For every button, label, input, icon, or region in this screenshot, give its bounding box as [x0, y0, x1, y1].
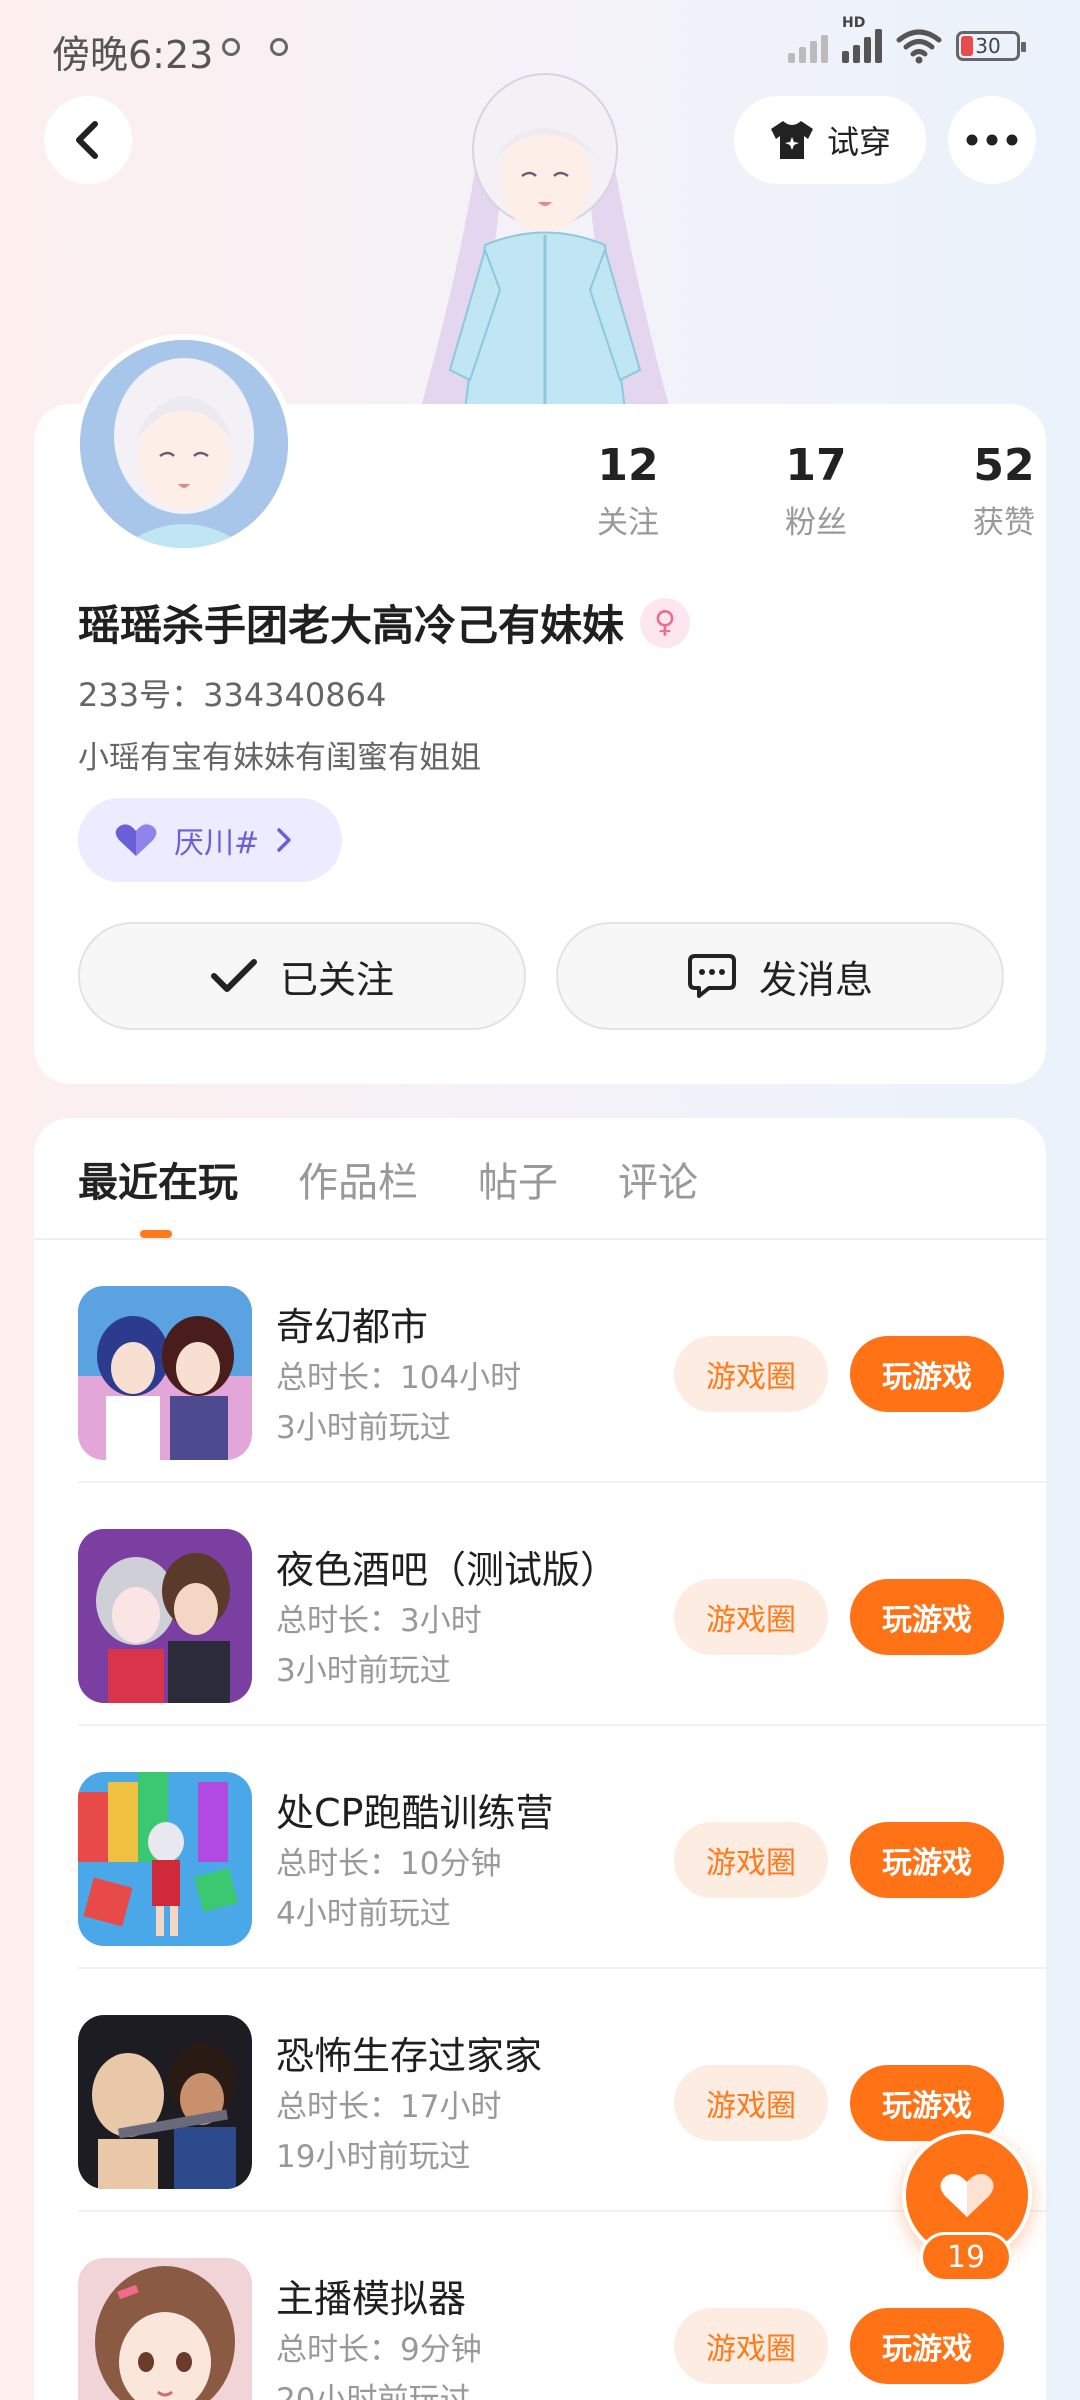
tab-posts[interactable]: 帖子 [478, 1150, 558, 1208]
username: 瑶瑶杀手团老大高冷己有妹妹 [78, 601, 625, 650]
game-circle-button[interactable]: 游戏圈 [674, 2065, 828, 2141]
female-icon: ♀ [640, 597, 691, 648]
game-icon [78, 1286, 252, 1460]
stat-label: 获赞 [973, 505, 1035, 541]
battery-icon: 30 [956, 31, 1026, 61]
more-button[interactable] [948, 96, 1036, 184]
tab-recently-played[interactable]: 最近在玩 [78, 1150, 238, 1208]
game-icon [78, 1772, 252, 1946]
stat-label: 粉丝 [785, 505, 847, 541]
profile-tabs: 最近在玩 作品栏 帖子 评论 [78, 1150, 698, 1208]
notification-icon-2 [270, 38, 288, 56]
status-right: HD 30 [788, 15, 1026, 64]
game-duration: 总时长：9分钟 [276, 2332, 482, 2368]
game-last-played: 3小时前玩过 [276, 1653, 451, 1689]
game-row[interactable]: 夜色酒吧（测试版） 总时长：3小时 3小时前玩过 游戏圈 玩游戏 [34, 1483, 1046, 1726]
game-circle-button[interactable]: 游戏圈 [674, 1822, 828, 1898]
play-game-button[interactable]: 玩游戏 [850, 2065, 1004, 2141]
game-row[interactable]: 恐怖生存过家家 总时长：17小时 19小时前玩过 游戏圈 玩游戏 [34, 1969, 1046, 2212]
relationship-tag[interactable]: 厌川# [78, 798, 342, 882]
game-circle-button[interactable]: 游戏圈 [674, 1579, 828, 1655]
followed-label: 已关注 [279, 957, 394, 1002]
chevron-right-icon [277, 828, 291, 852]
notification-icon [222, 38, 240, 56]
stat-fans[interactable]: 17 粉丝 [722, 440, 910, 542]
tshirt-icon [770, 121, 813, 159]
game-circle-button[interactable]: 游戏圈 [674, 1336, 828, 1412]
tab-comments[interactable]: 评论 [618, 1150, 698, 1208]
game-name: 恐怖生存过家家 [276, 2034, 543, 2078]
game-name: 夜色酒吧（测试版） [276, 1548, 619, 1592]
game-icon [78, 1529, 252, 1703]
try-on-button[interactable]: 试穿 [734, 96, 926, 184]
user-id: 233号：334340864 [78, 676, 387, 714]
game-last-played: 19小时前玩过 [276, 2139, 471, 2175]
stat-likes[interactable]: 52 获赞 [910, 440, 1080, 542]
stat-label: 关注 [597, 505, 659, 541]
play-game-button[interactable]: 玩游戏 [850, 1579, 1004, 1655]
network-label: HD [842, 15, 866, 31]
play-game-button[interactable]: 玩游戏 [850, 1822, 1004, 1898]
send-message-label: 发消息 [758, 957, 873, 1002]
battery-level: 30 [975, 34, 1001, 58]
game-duration: 总时长：10分钟 [276, 1846, 502, 1882]
game-name: 处CP跑酷训练营 [276, 1791, 554, 1835]
play-game-button[interactable]: 玩游戏 [850, 2308, 1004, 2384]
game-icon [78, 2258, 252, 2400]
heart-icon [940, 2173, 994, 2217]
signal-icon-sim2 [788, 29, 828, 63]
content-card: 最近在玩 作品栏 帖子 评论 奇幻都市 总时长：104小时 3小时前玩过 游戏圈… [34, 1118, 1046, 2400]
game-row[interactable]: 处CP跑酷训练营 总时长：10分钟 4小时前玩过 游戏圈 玩游戏 [34, 1726, 1046, 1969]
tag-label: 厌川# [174, 826, 260, 861]
check-icon [210, 959, 257, 992]
active-tab-indicator [140, 1230, 172, 1238]
profile-stats: 12 关注 17 粉丝 52 获赞 [534, 440, 1080, 542]
status-time: 傍晚6:23 [52, 33, 214, 77]
game-icon [78, 2015, 252, 2189]
game-last-played: 4小时前玩过 [276, 1896, 451, 1932]
game-duration: 总时长：104小时 [276, 1360, 522, 1396]
game-name: 主播模拟器 [276, 2277, 467, 2321]
game-row[interactable]: 奇幻都市 总时长：104小时 3小时前玩过 游戏圈 玩游戏 [34, 1240, 1046, 1483]
like-count: 19 [920, 2232, 1012, 2282]
stat-value: 52 [973, 440, 1035, 491]
send-message-button[interactable]: 发消息 [556, 922, 1004, 1030]
game-duration: 总时长：3小时 [276, 1603, 482, 1639]
game-duration: 总时长：17小时 [276, 2089, 502, 2125]
game-circle-button[interactable]: 游戏圈 [674, 2308, 828, 2384]
avatar-image [80, 340, 288, 548]
game-name: 奇幻都市 [276, 1305, 429, 1349]
game-list: 奇幻都市 总时长：104小时 3小时前玩过 游戏圈 玩游戏 夜色酒吧（测试版） [34, 1240, 1046, 2400]
followed-button[interactable]: 已关注 [78, 922, 526, 1030]
chevron-left-icon [76, 121, 98, 159]
heart-icon [115, 824, 157, 856]
stat-value: 17 [785, 440, 847, 491]
tab-works[interactable]: 作品栏 [298, 1150, 418, 1208]
user-bio: 小瑶有宝有妹妹有闺蜜有姐姐 [78, 740, 481, 776]
username-row: 瑶瑶杀手团老大高冷己有妹妹 ♀ [78, 592, 691, 653]
play-game-button[interactable]: 玩游戏 [850, 1336, 1004, 1412]
stat-value: 12 [597, 440, 659, 491]
game-row[interactable]: 主播模拟器 总时长：9分钟 20小时前玩过 游戏圈 玩游戏 [34, 2212, 1046, 2400]
signal-icon-sim1: HD [842, 15, 882, 63]
game-last-played: 3小时前玩过 [276, 1410, 451, 1446]
avatar-character-illustration [420, 73, 670, 410]
wifi-icon [896, 29, 942, 64]
more-dots-icon [966, 134, 1018, 146]
back-button[interactable] [44, 96, 132, 184]
stat-following[interactable]: 12 关注 [534, 440, 722, 542]
avatar[interactable] [74, 334, 294, 554]
game-last-played: 20小时前玩过 [276, 2382, 471, 2400]
message-bubble-icon [687, 954, 736, 998]
try-on-label: 试穿 [826, 123, 891, 161]
